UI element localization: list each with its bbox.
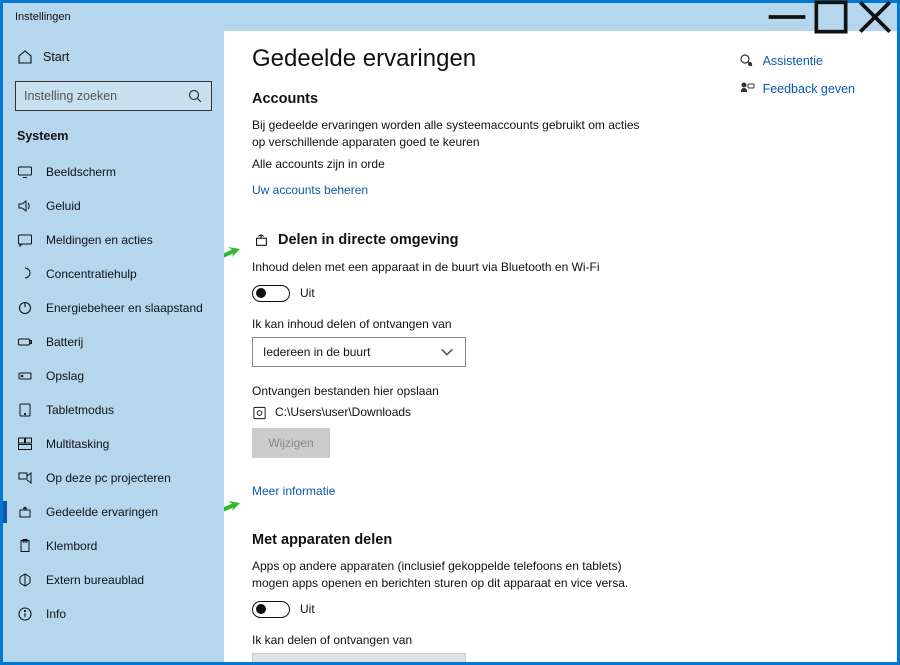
window-title: Instellingen	[15, 11, 71, 23]
project-icon	[17, 470, 33, 486]
annotation-arrow	[224, 245, 244, 265]
multitask-icon	[17, 436, 33, 452]
info-icon	[17, 606, 33, 622]
battery-icon	[17, 334, 33, 350]
sound-icon	[17, 198, 33, 214]
search-placeholder: Instelling zoeken	[24, 89, 117, 103]
select-value: Iedereen in de buurt	[263, 345, 370, 359]
search-input[interactable]: Instelling zoeken	[15, 81, 212, 111]
display-icon	[17, 164, 33, 180]
help-link[interactable]: Assistentie	[739, 53, 855, 69]
tablet-icon	[17, 402, 33, 418]
nav-item-sound[interactable]: Geluid	[3, 189, 224, 223]
nav-item-remote[interactable]: Extern bureaublad	[3, 563, 224, 597]
nav-item-info[interactable]: Info	[3, 597, 224, 631]
nav-label: Opslag	[46, 369, 84, 383]
nav-item-tablet[interactable]: Tabletmodus	[3, 393, 224, 427]
devices-toggle[interactable]	[252, 601, 290, 618]
nav-label: Klembord	[46, 539, 97, 553]
sidebar: Start Instelling zoeken Systeem Beeldsch…	[3, 31, 224, 662]
accounts-status: Alle accounts zijn in orde	[252, 156, 652, 173]
nav-label: Extern bureaublad	[46, 573, 144, 587]
nav-item-clipboard[interactable]: Klembord	[3, 529, 224, 563]
devices-scope-label: Ik kan delen of ontvangen van	[252, 632, 652, 649]
nearby-toggle[interactable]	[252, 285, 290, 302]
minimize-button[interactable]	[765, 3, 809, 31]
nearby-toggle-label: Uit	[300, 286, 315, 300]
feedback-icon	[739, 81, 755, 97]
remote-icon	[17, 572, 33, 588]
search-icon	[187, 88, 203, 104]
nav-label: Meldingen en acties	[46, 233, 153, 247]
share-icon	[252, 231, 270, 249]
help-icon	[739, 53, 755, 69]
category-title: Systeem	[3, 123, 224, 155]
chevron-down-icon	[439, 660, 455, 662]
home-button[interactable]: Start	[3, 41, 224, 73]
select-value: Alleen mijn apparaten	[263, 661, 379, 662]
devices-desc: Apps op andere apparaten (inclusief geko…	[252, 558, 652, 593]
nav-label: Beeldscherm	[46, 165, 116, 179]
nav-label: Geluid	[46, 199, 81, 213]
nav-label: Gedeelde ervaringen	[46, 505, 158, 519]
feedback-link[interactable]: Feedback geven	[739, 81, 855, 97]
power-icon	[17, 300, 33, 316]
devices-toggle-label: Uit	[300, 602, 315, 616]
drive-icon	[252, 406, 267, 421]
nav-item-project[interactable]: Op deze pc projecteren	[3, 461, 224, 495]
chevron-down-icon	[439, 344, 455, 360]
nav-item-shared[interactable]: Gedeelde ervaringen	[3, 495, 224, 529]
more-info-link[interactable]: Meer informatie	[252, 484, 335, 498]
change-path-button: Wijzigen	[252, 428, 330, 458]
nav-item-battery[interactable]: Batterij	[3, 325, 224, 359]
feedback-label: Feedback geven	[763, 82, 855, 96]
accounts-desc: Bij gedeelde ervaringen worden alle syst…	[252, 117, 652, 152]
nav-label: Op deze pc projecteren	[46, 471, 171, 485]
clipboard-icon	[17, 538, 33, 554]
manage-accounts-link[interactable]: Uw accounts beheren	[252, 183, 368, 197]
devices-scope-select: Alleen mijn apparaten	[252, 653, 466, 662]
nav-label: Batterij	[46, 335, 83, 349]
storage-icon	[17, 368, 33, 384]
save-path-value: C:\Users\user\Downloads	[275, 404, 411, 421]
help-label: Assistentie	[763, 54, 823, 68]
save-path-label: Ontvangen bestanden hier opslaan	[252, 383, 652, 400]
nearby-scope-label: Ik kan inhoud delen of ontvangen van	[252, 316, 652, 333]
nearby-desc: Inhoud delen met een apparaat in de buur…	[252, 259, 652, 276]
home-icon	[17, 49, 33, 65]
home-label: Start	[43, 50, 69, 64]
nav-item-power[interactable]: Energiebeheer en slaapstand	[3, 291, 224, 325]
nav-label: Energiebeheer en slaapstand	[46, 301, 203, 315]
nav-item-notifications[interactable]: Meldingen en acties	[3, 223, 224, 257]
nav-label: Tabletmodus	[46, 403, 114, 417]
devices-heading: Met apparaten delen	[252, 532, 869, 548]
nav-label: Concentratiehulp	[46, 267, 137, 281]
maximize-button[interactable]	[809, 3, 853, 31]
nav-label: Info	[46, 607, 66, 621]
notifications-icon	[17, 232, 33, 248]
nav-label: Multitasking	[46, 437, 109, 451]
main-content: Assistentie Feedback geven Gedeelde erva…	[224, 31, 897, 662]
nav-item-storage[interactable]: Opslag	[3, 359, 224, 393]
close-button[interactable]	[853, 3, 897, 31]
focus-icon	[17, 266, 33, 282]
nav-item-display[interactable]: Beeldscherm	[3, 155, 224, 189]
nearby-heading: Delen in directe omgeving	[252, 231, 869, 249]
nearby-scope-select[interactable]: Iedereen in de buurt	[252, 337, 466, 367]
shared-icon	[17, 504, 33, 520]
nav-item-focus[interactable]: Concentratiehulp	[3, 257, 224, 291]
annotation-arrow	[224, 499, 244, 519]
nav-item-multitask[interactable]: Multitasking	[3, 427, 224, 461]
